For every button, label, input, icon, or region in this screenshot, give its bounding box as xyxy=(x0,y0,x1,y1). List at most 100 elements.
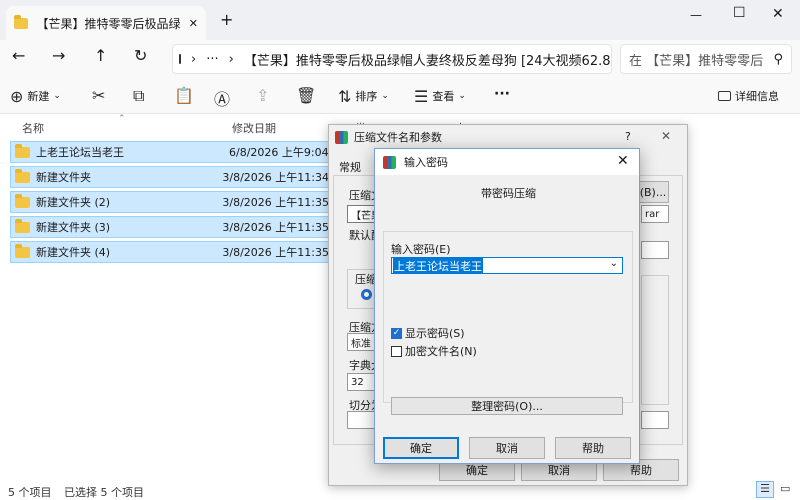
dictionary-select[interactable]: 32 xyxy=(347,373,377,391)
method-select[interactable]: 标准 xyxy=(347,333,377,351)
options-field[interactable] xyxy=(641,411,669,429)
search-placeholder: 在 【芒果】推特零零后 xyxy=(629,53,764,69)
file-name: 新建文件夹 (3) xyxy=(36,221,111,234)
winrar-icon xyxy=(383,155,396,169)
profile-select[interactable] xyxy=(641,241,669,259)
details-pane-icon xyxy=(718,91,731,101)
close-window-button[interactable]: ✕ xyxy=(772,6,784,22)
password-dialog-titlebar: 输入密码 xyxy=(375,149,639,175)
options-group xyxy=(641,275,669,405)
view-icon: ☰ xyxy=(414,86,429,106)
tab-general[interactable]: 常规 xyxy=(339,159,361,175)
column-header: 名称 ⌃ 修改日期 类型 大小 xyxy=(0,114,466,151)
refresh-icon[interactable]: ↻ xyxy=(134,46,147,65)
breadcrumb-more[interactable]: ··· xyxy=(206,52,218,67)
format-value: rar xyxy=(645,208,660,220)
archive-dialog-title: 压缩文件名和参数 xyxy=(354,131,442,144)
folder-icon xyxy=(15,218,30,233)
maximize-button[interactable]: ☐ xyxy=(733,5,746,21)
encrypt-names-label: 加密文件名(N) xyxy=(405,345,477,358)
sort-icon: ⇅ xyxy=(338,86,352,106)
format-select[interactable]: rar xyxy=(641,205,669,223)
tab-current[interactable]: 【芒果】推特零零后极品绿帽人 ✕ xyxy=(6,6,206,40)
enter-password-label: 输入密码(E) xyxy=(391,243,451,256)
address-text[interactable]: 【芒果】推特零零后极品绿帽人妻终极反差母狗 [24大视频62.8 xyxy=(244,50,611,69)
file-date: 6/8/2026 上午9:04 xyxy=(229,146,329,159)
search-icon: ⚲ xyxy=(773,51,783,67)
sort-button[interactable]: ⇅ 排序 ⌄ xyxy=(338,84,389,108)
column-name[interactable]: 名称 xyxy=(22,120,44,136)
new-tab-button[interactable]: + xyxy=(220,10,233,29)
file-row[interactable]: 上老王论坛当老王 6/8/2026 上午9:04 xyxy=(10,141,330,163)
new-label: 新建 xyxy=(27,90,50,103)
file-name: 新建文件夹 (4) xyxy=(36,246,111,259)
help-question-button[interactable]: ? xyxy=(625,130,631,143)
password-cancel-label: 取消 xyxy=(496,442,518,455)
archive-ok-label: 确定 xyxy=(466,464,488,477)
password-close-icon[interactable]: ✕ xyxy=(617,153,629,169)
show-password-label: 显示密码(S) xyxy=(405,327,465,340)
show-password-checkbox[interactable]: ✓ 显示密码(S) xyxy=(391,325,465,341)
password-dialog-title: 输入密码 xyxy=(404,156,448,169)
item-count: 5 个项目 xyxy=(8,486,52,499)
cut-icon[interactable]: ✂ xyxy=(92,86,105,105)
chevron-down-icon: ⌄ xyxy=(458,91,466,101)
folder-icon xyxy=(15,168,30,183)
file-date: 3/8/2026 上午11:35 xyxy=(222,246,329,259)
password-cancel-button[interactable]: 取消 xyxy=(469,437,545,459)
password-dialog: 输入密码 ✕ 带密码压缩 输入密码(E) 上老王论坛当老王 ⌄ ✓ 显示密码(S… xyxy=(374,148,640,464)
file-name: 上老王论坛当老王 xyxy=(36,146,124,159)
sort-label: 排序 xyxy=(355,90,378,103)
view-label: 查看 xyxy=(432,90,455,103)
password-input[interactable]: 上老王论坛当老王 ⌄ xyxy=(391,257,623,274)
password-heading: 带密码压缩 xyxy=(481,187,536,200)
browse-button[interactable]: (B)... xyxy=(637,181,669,203)
archive-help-label: 帮助 xyxy=(630,464,652,477)
file-row[interactable]: 新建文件夹 (3) 3/8/2026 上午11:35 xyxy=(10,216,330,238)
split-field[interactable] xyxy=(347,411,377,429)
more-options-button[interactable]: ··· xyxy=(494,86,510,102)
chevron-down-icon: ⌄ xyxy=(381,91,389,101)
browse-label: (B)... xyxy=(639,185,667,199)
new-button[interactable]: ⊕ 新建 ⌄ xyxy=(10,84,61,108)
rar-format-radio[interactable] xyxy=(361,289,372,300)
organize-passwords-button[interactable]: 整理密码(O)... xyxy=(391,397,623,415)
archive-close-icon[interactable]: ✕ xyxy=(661,129,671,143)
password-help-label: 帮助 xyxy=(582,442,604,455)
search-input[interactable]: 在 【芒果】推特零零后 ⚲ xyxy=(620,44,792,74)
paste-icon[interactable]: 📋 xyxy=(174,86,194,105)
details-view-icon[interactable]: ☰ xyxy=(756,481,774,498)
folder-icon xyxy=(14,14,29,29)
archive-cancel-label: 取消 xyxy=(548,464,570,477)
forward-arrow-icon[interactable]: → xyxy=(52,46,65,65)
minimize-button[interactable]: — xyxy=(690,8,702,22)
command-bar xyxy=(0,78,800,114)
address-bar[interactable]: › ··· › 【芒果】推特零零后极品绿帽人妻终极反差母狗 [24大视频62.8 xyxy=(172,44,612,74)
share-icon[interactable]: ⇪ xyxy=(256,86,269,105)
tiles-view-icon[interactable]: ▭ xyxy=(780,482,790,495)
up-arrow-icon[interactable]: ↑ xyxy=(94,46,107,65)
encrypt-names-checkbox[interactable]: 加密文件名(N) xyxy=(391,343,477,359)
file-row[interactable]: 新建文件夹 3/8/2026 上午11:34 xyxy=(10,166,330,188)
chevron-down-icon[interactable]: ⌄ xyxy=(610,258,618,269)
checkmark-icon: ✓ xyxy=(391,327,402,339)
password-ok-button[interactable]: 确定 xyxy=(383,437,459,459)
copy-icon[interactable]: ⧉ xyxy=(133,86,144,106)
dictionary-value: 32 xyxy=(351,376,364,388)
rename-icon[interactable]: Ⓐ xyxy=(214,86,230,110)
file-row[interactable]: 新建文件夹 (4) 3/8/2026 上午11:35 xyxy=(10,241,330,263)
method-value: 标准 xyxy=(351,338,371,350)
view-button[interactable]: ☰ 查看 ⌄ xyxy=(414,84,466,108)
column-date[interactable]: 修改日期 xyxy=(232,120,276,136)
file-date: 3/8/2026 上午11:34 xyxy=(222,171,329,184)
details-button[interactable]: 详细信息 xyxy=(718,84,779,108)
password-help-button[interactable]: 帮助 xyxy=(555,437,631,459)
sort-up-icon: ⌃ xyxy=(118,114,126,124)
archive-name-field[interactable]: 【芒果 xyxy=(347,205,377,223)
file-date: 3/8/2026 上午11:35 xyxy=(222,196,329,209)
back-arrow-icon[interactable]: ← xyxy=(12,46,25,65)
tab-close-icon[interactable]: ✕ xyxy=(189,17,198,30)
folder-icon xyxy=(15,143,30,158)
file-row[interactable]: 新建文件夹 (2) 3/8/2026 上午11:35 xyxy=(10,191,330,213)
delete-icon[interactable]: 🗑 xyxy=(296,86,316,105)
